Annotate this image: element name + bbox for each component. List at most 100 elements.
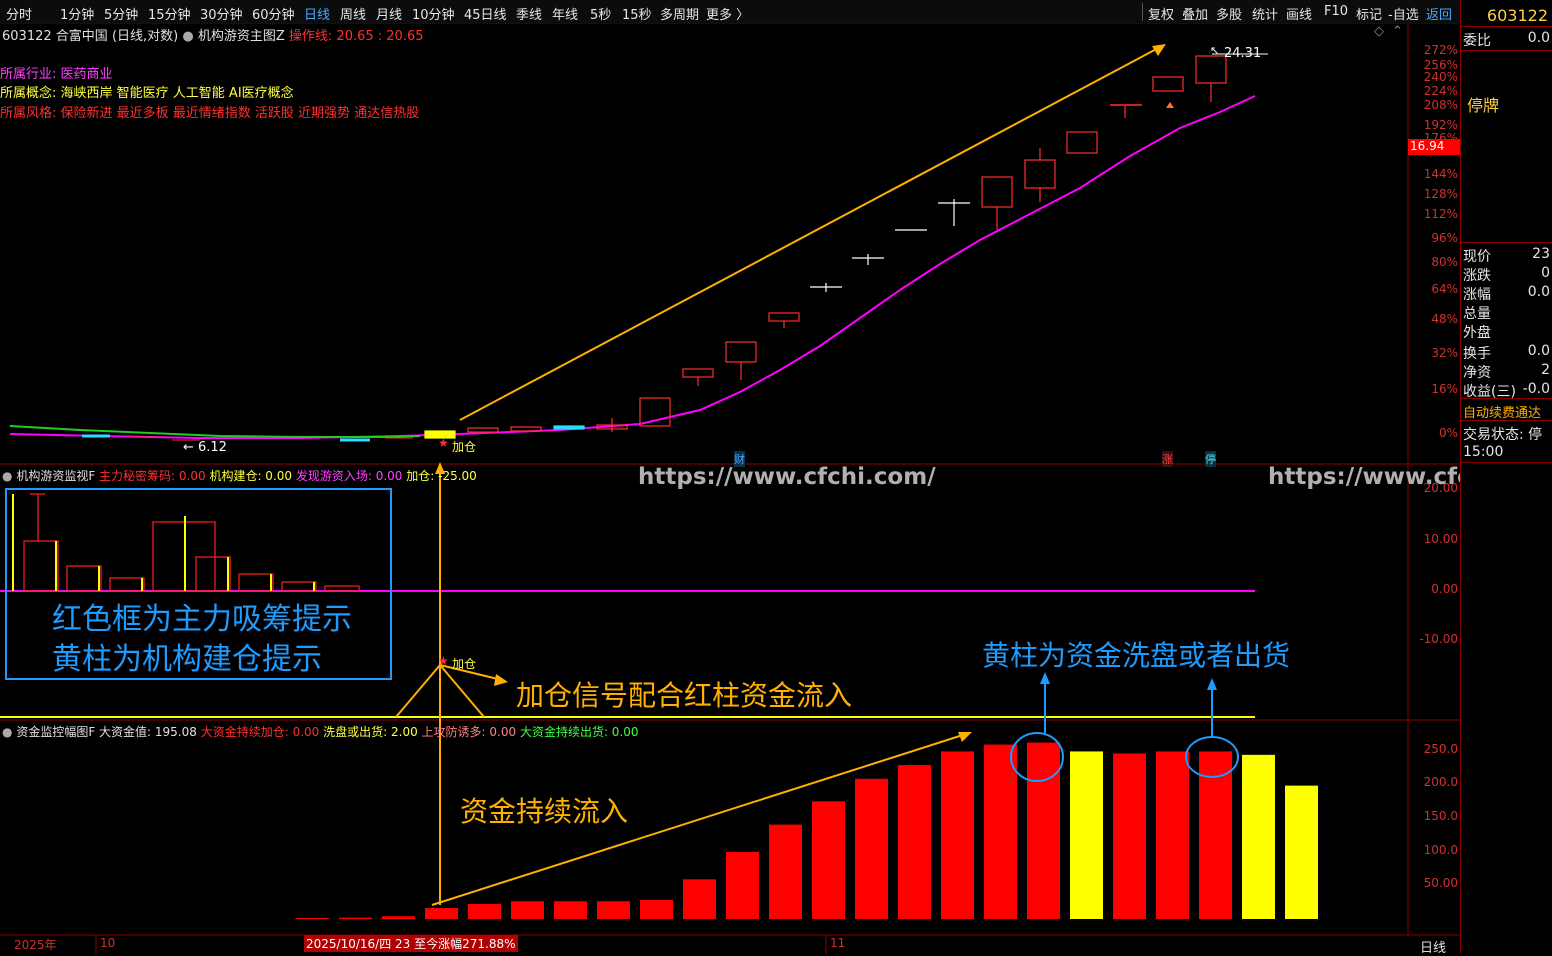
fund-bar <box>468 903 501 919</box>
axis-tick-label: 50.00 <box>1423 876 1458 890</box>
candles <box>424 55 1227 439</box>
panel2-l2: 机构建仓: 0.00 <box>209 469 293 483</box>
indicator-name[interactable]: 机构游资主图Z <box>198 29 285 44</box>
fund-bar <box>1156 751 1189 919</box>
fund-bar <box>769 824 802 919</box>
diamond-icon[interactable]: ◇ <box>1374 24 1384 39</box>
fund-bar <box>339 917 372 919</box>
weibi-label: 委比 <box>1463 33 1491 49</box>
fund-bar <box>855 778 888 919</box>
cursor-date: 2025/10/16/四 23 至今涨幅271.88% <box>304 935 518 952</box>
axis-tick-label: 96% <box>1431 231 1458 245</box>
panel3-title[interactable]: 资金监控幅图F <box>16 725 95 739</box>
axis-tick-label: 272% <box>1423 43 1458 57</box>
auto-fee-link[interactable]: 自动续费通达 <box>1463 402 1541 421</box>
fund-bar <box>640 899 673 919</box>
panel2-dot-icon[interactable]: ● <box>2 469 12 483</box>
up-marker-icon <box>1166 102 1174 108</box>
quote-divider <box>1461 50 1552 51</box>
axis-tick-label: 112% <box>1423 207 1458 221</box>
quote-code: 603122 <box>1486 6 1548 25</box>
panel3-l1: 大资金持续加仓: 0.00 <box>200 725 320 739</box>
flow-arrow-head <box>958 732 972 742</box>
axis-tick-label: 240% <box>1423 70 1458 84</box>
chevron-up-icon[interactable]: ⌃ <box>1392 24 1403 39</box>
quote-row-label: 涨跌 <box>1463 268 1491 284</box>
low-pointer-icon: ← <box>183 440 194 455</box>
quote-row-label: 换手 <box>1463 346 1491 362</box>
high-pointer-icon: ↖ <box>1210 44 1220 57</box>
quote-row-value: 23 <box>1532 246 1550 262</box>
fund-bar <box>1027 742 1060 919</box>
axis-tick-label: 208% <box>1423 98 1458 112</box>
axis-tick-label: 200.0 <box>1423 775 1458 789</box>
fund-bar <box>941 751 974 919</box>
quote-row-label: 总量 <box>1463 306 1491 322</box>
weibi-value: 0.0 <box>1527 30 1550 46</box>
axis-tick-label: -10.00 <box>1419 632 1458 646</box>
industry-row: 所属行业: 医药商业 <box>0 63 113 82</box>
candle <box>682 368 714 378</box>
quote-row-value: -0.0 <box>1522 381 1550 397</box>
jiacang-star-icon-p2: ★ <box>438 654 449 668</box>
axis-tick-label: 48% <box>1431 312 1458 326</box>
panel2-title[interactable]: 机构游资监视F <box>16 469 95 483</box>
quote-row-value: 0 <box>1541 265 1550 281</box>
month-11-label: 11 <box>830 936 846 950</box>
quote-row-value: 0.0 <box>1527 284 1550 300</box>
style-label: 所属风格: <box>0 106 57 121</box>
jiacang-annotation: 加仓信号配合红柱资金流入 <box>516 679 853 712</box>
axis-tick-label: 32% <box>1431 346 1458 360</box>
panel3-l4: 大资金持续出货: 0.00 <box>519 725 639 739</box>
quote-divider <box>1461 26 1552 27</box>
axis-tick-label: 150.0 <box>1423 809 1458 823</box>
axis-tick-label: 128% <box>1423 187 1458 201</box>
style-value: 保险新进 最近多板 最近情绪指数 活跃股 近期强势 通达信热股 <box>60 106 420 121</box>
fund-bar <box>554 901 587 919</box>
panel3-l3: 上攻防诱多: 0.00 <box>421 725 517 739</box>
axis-tick-label: 20.00 <box>1423 481 1458 495</box>
stock-code: 603122 <box>2 29 52 44</box>
panel2-l1: 主力秘密筹码: 0.00 <box>99 469 206 483</box>
fund-bar <box>1285 785 1318 919</box>
quote-row-value: 0.0 <box>1527 343 1550 359</box>
chart-header: 603122 合富中国 (日线,对数) ● 机构游资主图Z 操作线: 20.65… <box>2 25 424 44</box>
panel2-l4: 加仓: -25.00 <box>406 469 477 483</box>
quote-divider <box>1461 462 1552 463</box>
op-label: 操作线: <box>288 29 333 44</box>
style-row: 所属风格: 保险新进 最近多板 最近情绪指数 活跃股 近期强势 通达信热股 <box>0 102 419 121</box>
jiacang-star-icon: ★ <box>438 436 449 450</box>
high-label: 24.31 <box>1224 46 1262 61</box>
candle <box>1152 76 1184 92</box>
panel3-header: ● 资金监控幅图F 大资金值: 195.08 大资金持续加仓: 0.00 洗盘或… <box>2 723 639 740</box>
axis-tick-label: 10.00 <box>1423 532 1458 546</box>
zhang-marker[interactable]: 涨 <box>1162 451 1173 467</box>
quote-row-value: 2 <box>1541 362 1550 378</box>
annotation-line1: 红色框为主力吸筹提示 <box>52 602 352 637</box>
axis-tick-label: 100.0 <box>1423 843 1458 857</box>
concept-value: 海峡西岸 智能医疗 人工智能 AI医疗概念 <box>60 86 294 101</box>
wash-annotation: 黄柱为资金洗盘或者出货 <box>982 639 1291 672</box>
panel3-big: 大资金值: 195.08 <box>99 725 197 739</box>
low-label: 6.12 <box>198 440 227 455</box>
stock-name: 合富中国 <box>55 29 108 44</box>
candle <box>768 312 800 322</box>
axis-tick-label: 192% <box>1423 118 1458 132</box>
ma-line <box>9 95 1256 439</box>
op-value: 20.65 : 20.65 <box>336 29 424 44</box>
fund-bar <box>984 744 1017 919</box>
fund-bar <box>296 918 329 919</box>
fund-bar <box>1070 751 1103 919</box>
panel3-dot-icon[interactable]: ● <box>2 725 12 739</box>
fund-bar <box>683 879 716 919</box>
axis-tick-label: 250.0 <box>1423 742 1458 756</box>
fund-bar <box>382 916 415 919</box>
axis-tick-label: 0.00 <box>1431 582 1458 596</box>
wash-arrow-head <box>1207 678 1217 690</box>
panel2-l3: 发现游资入场: 0.00 <box>295 469 403 483</box>
indicator-dot-icon[interactable]: ● <box>182 29 193 44</box>
axis-tick-label: 0% <box>1438 426 1458 440</box>
axis-tick-label: 16% <box>1431 382 1458 396</box>
period-indicator[interactable]: 日线 <box>1420 937 1446 956</box>
ting-marker[interactable]: 停 <box>1205 451 1216 467</box>
